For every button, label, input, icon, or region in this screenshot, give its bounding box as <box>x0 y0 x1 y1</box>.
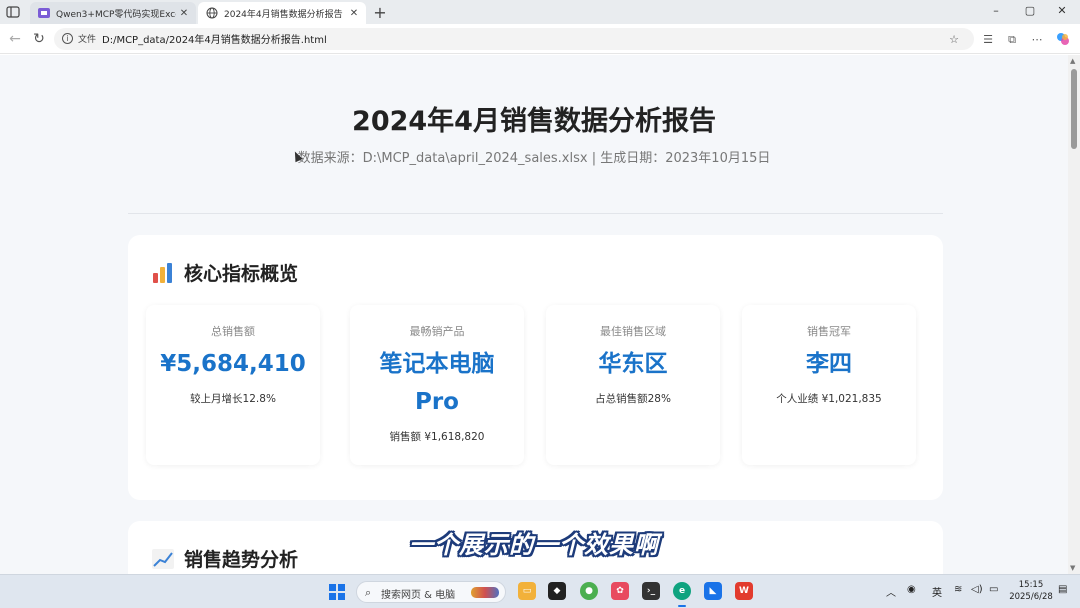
kpi-label: 销售冠军 <box>807 325 851 338</box>
url-text[interactable]: D:/MCP_data/2024年4月销售数据分析报告.html <box>102 31 327 46</box>
taskbar-search[interactable]: ⌕ 搜索网页 & 电脑 <box>356 581 506 603</box>
search-placeholder: 搜索网页 & 电脑 <box>381 590 456 601</box>
kpi-note: 占总销售额28% <box>595 393 671 405</box>
kpi-note: 销售额 ¥1,618,820 <box>389 431 485 443</box>
kpi-value: 笔记本电脑 Pro <box>379 351 495 415</box>
video-caption: 一个展示的一个效果啊 <box>409 531 659 559</box>
more-menu-icon[interactable]: ⋯ <box>1029 33 1045 46</box>
tv-icon <box>38 7 50 19</box>
kpi-label: 总销售额 <box>211 325 255 338</box>
input-method-indicator[interactable]: 英 <box>932 584 942 599</box>
kpi-overview-card: 核心指标概览 总销售额 ¥5,684,410 较上月增长12.8% 最畅销产品 … <box>128 235 943 500</box>
tab-strip: Qwen3+MCP零代码实现Excel数据 ✕ 2024年4月销售数据分析报告 … <box>0 0 1080 24</box>
app-icon[interactable]: ◣ <box>704 582 722 600</box>
new-tab-icon[interactable]: + <box>372 3 388 22</box>
clock-date: 2025/6/28 <box>1009 592 1053 602</box>
search-icon: ⌕ <box>365 586 372 599</box>
command-prompt-icon[interactable]: ›_ <box>642 582 660 600</box>
chrome-icon[interactable]: ● <box>580 582 598 600</box>
scroll-down-icon[interactable]: ▼ <box>1070 564 1075 572</box>
favorites-list-icon[interactable]: ☰ <box>980 33 996 46</box>
taskbar: ⌕ 搜索网页 & 电脑 ▭ ◆ ● ✿ ›_ e ◣ W ︿ ◉ 英 ≋ ◁) … <box>0 574 1080 608</box>
divider <box>128 213 943 214</box>
kpi-sales-champion: 销售冠军 李四 个人业绩 ¥1,021,835 <box>742 305 916 465</box>
copilot-icon[interactable] <box>1055 32 1071 49</box>
maximize-icon[interactable]: ▢ <box>1020 4 1040 17</box>
app-icon[interactable]: ✿ <box>611 582 629 600</box>
chevron-up-icon[interactable]: ︿ <box>886 584 896 599</box>
clock-time: 15:15 <box>1018 580 1044 590</box>
refresh-icon[interactable]: ↻ <box>30 30 48 48</box>
tab-sales-report[interactable]: 2024年4月销售数据分析报告 ✕ <box>198 2 366 24</box>
edge-icon[interactable]: e <box>673 582 691 600</box>
bar-chart-icon <box>152 262 174 283</box>
minimize-icon[interactable]: – <box>986 4 1006 17</box>
info-icon[interactable]: i <box>62 33 73 44</box>
terminal-app-icon[interactable]: ◆ <box>548 582 566 600</box>
navigation-bar: ← ↻ i 文件 D:/MCP_data/2024年4月销售数据分析报告.htm… <box>0 24 1080 54</box>
address-bar[interactable]: i 文件 D:/MCP_data/2024年4月销售数据分析报告.html ☆ <box>54 28 974 50</box>
report-subtitle: 数据来源：D:\MCP_data\april_2024_sales.xlsx |… <box>297 151 771 166</box>
kpi-top-product: 最畅销产品 笔记本电脑 Pro 销售额 ¥1,618,820 <box>350 305 524 465</box>
active-app-indicator <box>678 605 686 607</box>
extensions-icon[interactable]: ⧉ <box>1004 33 1020 47</box>
kpi-value: 李四 <box>806 351 852 377</box>
search-highlight-icon <box>471 587 499 598</box>
kpi-section-title: 核心指标概览 <box>184 263 299 285</box>
scroll-thumb[interactable] <box>1071 69 1077 149</box>
file-explorer-icon[interactable]: ▭ <box>518 582 536 600</box>
close-tab-icon[interactable]: ✕ <box>346 8 362 19</box>
tab-actions-icon[interactable] <box>6 4 24 20</box>
system-clock[interactable]: 15:15 2025/6/28 <box>1008 579 1054 603</box>
windows-start-icon[interactable] <box>329 584 345 600</box>
battery-icon[interactable]: ▭ <box>989 584 998 595</box>
back-icon[interactable]: ← <box>6 30 24 48</box>
wifi-icon[interactable]: ≋ <box>954 584 962 595</box>
page-content: 2024年4月销售数据分析报告 数据来源：D:\MCP_data\april_2… <box>0 55 1068 574</box>
notification-icon[interactable]: ▤ <box>1058 584 1067 595</box>
tab-qwen-video[interactable]: Qwen3+MCP零代码实现Excel数据 ✕ <box>30 2 196 24</box>
kpi-note: 较上月增长12.8% <box>190 393 276 405</box>
globe-icon <box>206 7 218 19</box>
file-scheme-label: 文件 <box>78 35 97 45</box>
kpi-note: 个人业绩 ¥1,021,835 <box>776 393 882 405</box>
kpi-value: ¥5,684,410 <box>160 351 306 377</box>
favorite-star-icon[interactable]: ☆ <box>946 33 962 46</box>
volume-icon[interactable]: ◁) <box>971 584 983 595</box>
scroll-up-icon[interactable]: ▲ <box>1070 57 1075 65</box>
kpi-total-sales: 总销售额 ¥5,684,410 较上月增长12.8% <box>146 305 320 465</box>
kpi-best-region: 最佳销售区域 华东区 占总销售额28% <box>546 305 720 465</box>
kpi-label: 最佳销售区域 <box>600 325 666 338</box>
scrollbar[interactable]: ▲ ▼ <box>1068 55 1080 574</box>
close-tab-icon[interactable]: ✕ <box>176 8 192 19</box>
report-title: 2024年4月销售数据分析报告 <box>352 106 716 137</box>
close-window-icon[interactable]: ✕ <box>1052 4 1072 17</box>
kpi-section-header: 核心指标概览 <box>152 259 298 286</box>
wps-office-icon[interactable]: W <box>735 582 753 600</box>
tab-title: 2024年4月销售数据分析报告 <box>224 9 343 20</box>
kpi-label: 最畅销产品 <box>409 325 465 338</box>
tab-title: Qwen3+MCP零代码实现Excel数据 <box>56 9 176 20</box>
security-icon[interactable]: ◉ <box>907 584 916 595</box>
kpi-value: 华东区 <box>598 351 668 377</box>
